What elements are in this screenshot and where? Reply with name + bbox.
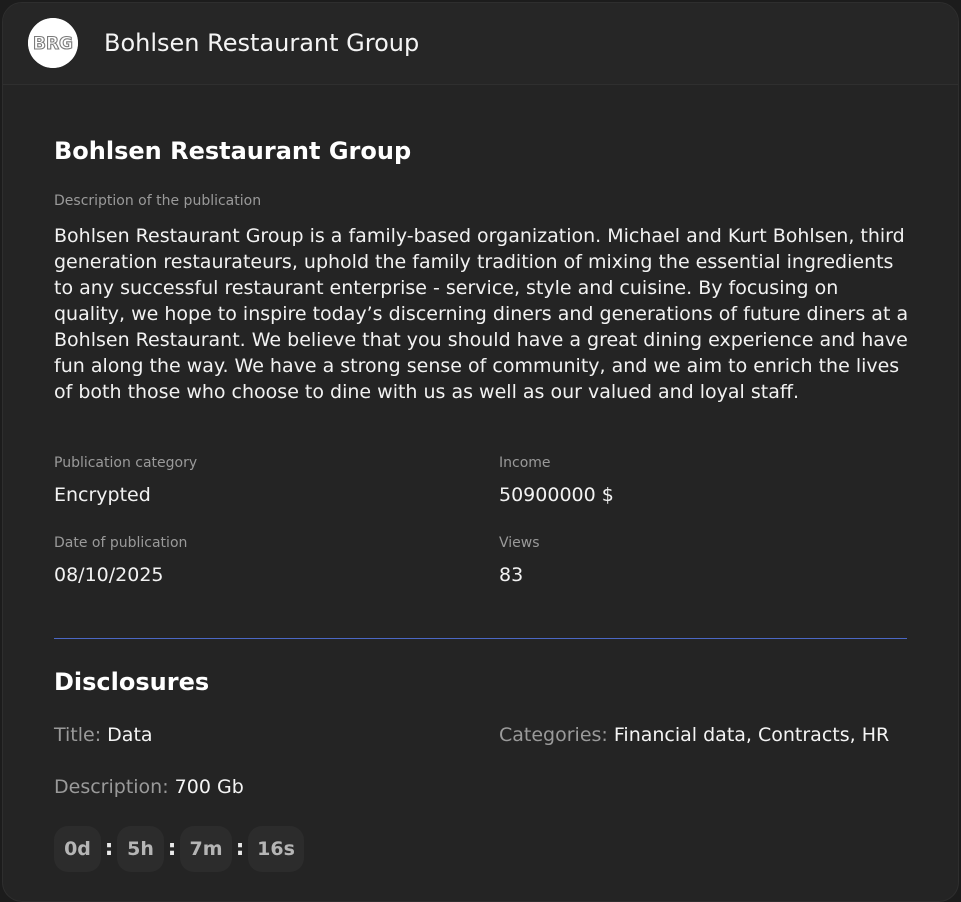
publication-title: Bohlsen Restaurant Group	[54, 137, 412, 165]
timer-separator: :	[167, 836, 177, 861]
timer-separator: :	[104, 836, 114, 861]
brg-logo-icon: BRG	[28, 18, 78, 68]
disclosure-description: Description: 700 Gb	[54, 776, 244, 798]
disclosure-title-label: Title:	[54, 724, 102, 746]
category-label: Publication category	[54, 455, 198, 471]
disclosure-title: Title: Data	[54, 724, 153, 746]
disclosures-heading: Disclosures	[54, 668, 210, 696]
income-label: Income	[499, 455, 551, 471]
timer-days: 0d	[54, 826, 101, 872]
timer-separator: :	[235, 836, 245, 861]
header-title: Bohlsen Restaurant Group	[104, 29, 420, 57]
company-logo: BRG	[28, 18, 78, 68]
card-header: BRG Bohlsen Restaurant Group	[3, 3, 958, 85]
category-value: Encrypted	[54, 484, 151, 506]
countdown-timer: 0d : 5h : 7m : 16s	[54, 826, 304, 872]
timer-seconds: 16s	[248, 826, 304, 872]
svg-text:BRG: BRG	[33, 34, 73, 54]
date-value: 08/10/2025	[54, 564, 164, 586]
description-label: Description of the publication	[54, 193, 262, 209]
disclosure-categories-value: Financial data, Contracts, HR	[613, 724, 890, 746]
disclosure-title-value: Data	[107, 724, 153, 746]
disclosure-description-value: 700 Gb	[174, 776, 244, 798]
views-label: Views	[499, 535, 540, 551]
income-value: 50900000 $	[499, 484, 614, 506]
disclosure-categories-label: Categories:	[499, 724, 608, 746]
disclosure-description-label: Description:	[54, 776, 169, 798]
timer-hours: 5h	[117, 826, 164, 872]
disclosure-categories: Categories: Financial data, Contracts, H…	[499, 724, 889, 746]
date-label: Date of publication	[54, 535, 188, 551]
publication-card: BRG Bohlsen Restaurant Group Bohlsen Res…	[2, 2, 959, 902]
views-value: 83	[499, 564, 524, 586]
timer-minutes: 7m	[180, 826, 232, 872]
section-divider	[54, 638, 907, 639]
publication-description: Bohlsen Restaurant Group is a family-bas…	[54, 225, 909, 403]
